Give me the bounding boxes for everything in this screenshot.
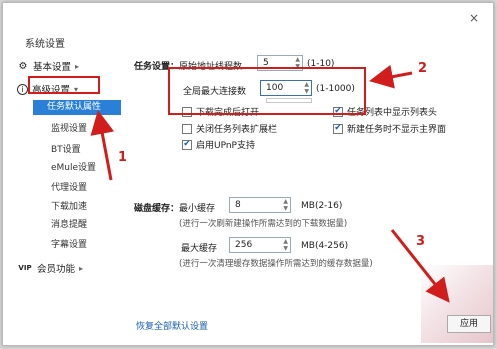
chevron-right-icon: ▸ — [75, 61, 80, 71]
min-cache-value: 8 — [235, 200, 241, 210]
vip-icon: VIP — [18, 264, 32, 272]
sidebar-item-emule[interactable]: eMule设置 — [51, 160, 96, 173]
option-enable-upnp[interactable]: ✔ 启用UPnP支持 — [182, 138, 255, 151]
spin-arrows-icon[interactable]: ▲ ▼ — [283, 198, 288, 212]
checkbox[interactable] — [182, 123, 192, 134]
sidebar-item-subtitle[interactable]: 字幕设置 — [51, 237, 87, 250]
sidebar-group-vip[interactable]: VIP 会员功能 ▸ — [17, 261, 84, 276]
sidebar-item-monitor[interactable]: 监视设置 — [51, 121, 87, 134]
option-label: 关闭任务列表扩展栏 — [196, 125, 278, 135]
max-cache-value: 256 — [235, 240, 253, 250]
sidebar-item-notify[interactable]: 消息提醒 — [51, 217, 87, 230]
max-cache-hint: (进行一次清理缓存数据操作所需达到的缓存数据量) — [179, 259, 373, 269]
option-label: 启用UPnP支持 — [196, 141, 255, 151]
spin-arrows-icon[interactable]: ▲ ▼ — [283, 238, 288, 252]
min-cache-label: 最小缓存 — [179, 204, 216, 214]
option-label: 新建任务时不显示主界面 — [347, 125, 447, 135]
sidebar-group-label: 基本设置 — [33, 62, 72, 73]
option-close-list-extension[interactable]: 关闭任务列表扩展栏 — [182, 122, 277, 135]
sidebar-group-basic[interactable]: ⚙ 基本设置 ▸ — [17, 59, 80, 74]
sidebar-item-bt[interactable]: BT设置 — [51, 142, 81, 155]
checkbox-checked[interactable]: ✔ — [182, 139, 192, 150]
max-cache-unit: MB(4-256) — [301, 241, 349, 251]
sidebar-item-accelerate[interactable]: 下载加速 — [51, 199, 87, 212]
annotation-2: 2 — [418, 61, 428, 76]
min-cache-input[interactable]: 8 ▲ ▼ — [229, 197, 291, 213]
settings-window: 系统设置 × ⚙ 基本设置 ▸ i 高级设置 ▾ 任务默认属性 监视设置 BT设… — [2, 2, 494, 346]
apply-button[interactable]: 应用 — [447, 315, 491, 333]
chevron-right-icon: ▸ — [79, 263, 84, 273]
gear-icon: ⚙ — [18, 60, 28, 72]
annotation-1: 1 — [118, 150, 128, 165]
window-title: 系统设置 — [25, 39, 65, 50]
checkbox-checked[interactable]: ✔ — [333, 123, 343, 134]
min-cache-unit: MB(2-16) — [301, 201, 343, 211]
max-cache-label: 最大缓存 — [181, 244, 218, 254]
disk-section-label: 磁盘缓存： — [134, 204, 180, 214]
info-icon: i — [17, 83, 28, 95]
sidebar: ⚙ 基本设置 ▸ i 高级设置 ▾ 任务默认属性 监视设置 BT设置 eMule… — [3, 53, 121, 343]
close-icon[interactable]: × — [469, 11, 479, 25]
sidebar-group-label: 会员功能 — [37, 264, 76, 275]
option-hide-main-on-new-task[interactable]: ✔ 新建任务时不显示主界面 — [333, 122, 446, 135]
annotation-3: 3 — [416, 234, 426, 249]
highlight-advanced — [28, 76, 100, 94]
max-cache-input[interactable]: 256 ▲ ▼ — [229, 237, 291, 253]
min-cache-hint: (进行一次刷新建操作所需达到的下载数据量) — [179, 219, 348, 229]
sidebar-item-proxy[interactable]: 代理设置 — [51, 180, 87, 193]
highlight-max-conn — [168, 67, 366, 115]
sidebar-item-task-defaults[interactable]: 任务默认属性 — [33, 100, 121, 115]
restore-defaults-link[interactable]: 恢复全部默认设置 — [136, 319, 208, 332]
